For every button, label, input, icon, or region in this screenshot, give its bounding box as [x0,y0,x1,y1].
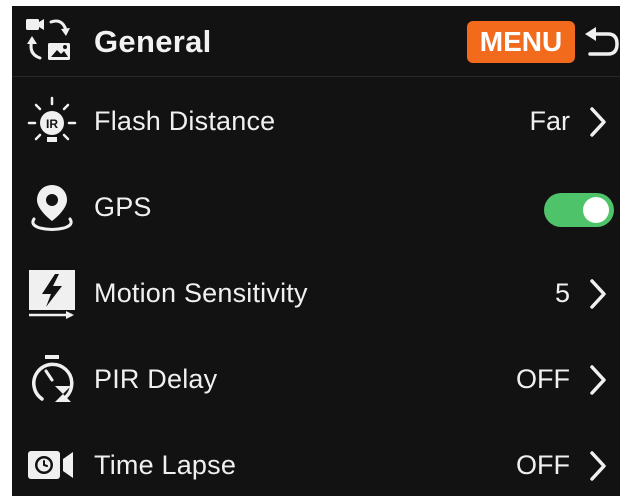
ir-flash-icon: IR [27,96,77,142]
setting-label: PIR Delay [94,364,218,394]
setting-value: OFF [516,364,570,394]
toggle-knob [583,197,609,223]
setting-row-flash-distance[interactable]: IR Flash Distance Far [12,78,620,164]
svg-text:IR: IR [46,117,58,131]
gps-location-icon [31,185,73,231]
chevron-right-icon [590,107,606,137]
time-lapse-camera-icon [28,451,73,479]
motion-sensitivity-icon [29,270,75,319]
gps-toggle[interactable] [544,193,614,227]
setting-row-time-lapse[interactable]: Time Lapse OFF [12,422,620,496]
timer-hourglass-icon [32,355,74,402]
setting-row-gps[interactable]: GPS [12,164,620,250]
chevron-right-icon [590,451,606,481]
setting-label: GPS [94,192,152,222]
setting-value: OFF [516,450,570,480]
setting-value: 5 [554,278,570,308]
menu-button-label: MENU [479,26,563,57]
page-title: General [94,24,212,59]
setting-row-motion-sensitivity[interactable]: Motion Sensitivity 5 [12,250,620,336]
setting-label: Flash Distance [94,106,276,136]
setting-label: Time Lapse [94,450,237,480]
settings-screen: General MENU IR Flash Distance Far GPS M… [12,6,620,496]
header-bar: General MENU [12,6,620,77]
chevron-right-icon [590,365,606,395]
setting-label: Motion Sensitivity [94,278,308,308]
setting-row-pir-delay[interactable]: PIR Delay OFF [12,336,620,422]
chevron-right-icon [590,279,606,309]
setting-value: Far [529,106,571,136]
menu-button[interactable]: MENU [467,21,575,63]
camera-photo-switch-icon [26,19,70,60]
back-arrow-icon[interactable] [584,26,620,60]
